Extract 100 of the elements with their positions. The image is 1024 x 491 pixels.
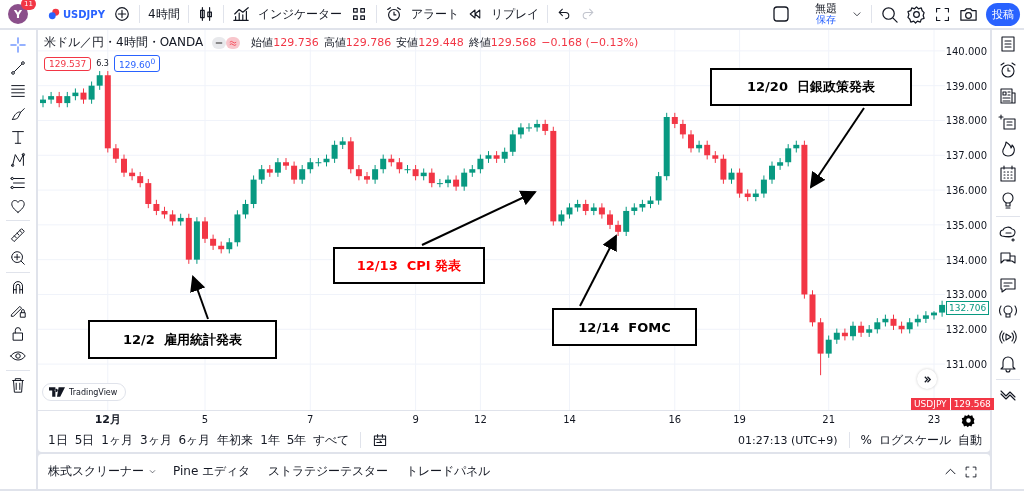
settings-icon[interactable] <box>961 413 976 428</box>
time-axis-label: 9 <box>412 414 419 425</box>
double-chevron-icon <box>922 374 932 384</box>
down-candle <box>266 164 273 178</box>
price-axis-label: 138.000 <box>945 115 987 127</box>
up-candle <box>590 202 597 216</box>
up-candle <box>850 321 856 341</box>
zoom-in-icon[interactable] <box>9 249 27 267</box>
callout-label: 12/20 日銀政策発表 <box>710 68 912 106</box>
price-axis-label: 135.000 <box>945 219 987 231</box>
alarm-clock-icon[interactable] <box>384 5 403 23</box>
date-range-icon[interactable] <box>372 432 389 448</box>
fullscreen-icon[interactable] <box>934 5 951 23</box>
panel-tab[interactable]: Pine エディタ <box>173 463 251 480</box>
pattern-icon[interactable] <box>9 151 27 169</box>
time-axis-label: 5 <box>201 414 209 425</box>
publish-button[interactable]: 投稿 <box>986 2 1020 26</box>
chart-title: 米ドル／円・4時間・OANDA <box>44 34 204 51</box>
ohlc-value: 始値129.736 <box>251 35 319 50</box>
down-candle <box>428 168 435 188</box>
up-candle <box>274 157 281 178</box>
replay-button[interactable]: リプレイ <box>490 5 539 23</box>
symbol-button[interactable]: USDJPY <box>63 8 105 20</box>
down-candle <box>185 213 192 265</box>
price-axis-label: 136.000 <box>945 185 987 197</box>
range-button[interactable]: 6ヶ月 <box>178 431 211 449</box>
down-candle <box>841 328 848 341</box>
trash-icon[interactable] <box>9 376 27 394</box>
down-candle <box>80 87 87 105</box>
ruler-icon[interactable] <box>9 226 27 244</box>
square-icon[interactable] <box>771 4 791 24</box>
up-candle <box>939 300 946 318</box>
callout-label: 12/14 FOMC <box>552 308 697 346</box>
bell-icon[interactable] <box>998 353 1018 373</box>
ohlc-value: 安値129.448 <box>396 35 464 50</box>
last-price-label: 132.706 <box>946 300 990 315</box>
scroll-right-button[interactable] <box>917 369 937 389</box>
alerts-button[interactable]: アラート <box>410 5 459 23</box>
add-symbol-icon[interactable] <box>112 5 131 23</box>
down-candle <box>858 321 865 338</box>
percent-button[interactable]: % <box>860 433 872 447</box>
settings-icon[interactable] <box>907 4 926 24</box>
time-axis-label: 12月 <box>94 413 121 426</box>
log-scale-button[interactable]: ログスケール <box>879 431 951 449</box>
price-axis-label: 133.000 <box>945 289 987 301</box>
indicators-button[interactable]: インジケーター <box>257 5 342 23</box>
horizontal-lines-icon[interactable] <box>9 82 27 100</box>
alarm-clock-icon[interactable] <box>998 60 1018 80</box>
brush-icon[interactable] <box>9 105 27 123</box>
panel-tab[interactable]: トレードパネル <box>406 463 491 480</box>
chat-icon[interactable] <box>998 275 1018 295</box>
down-candle <box>364 171 370 185</box>
up-candle <box>420 168 427 181</box>
levels-icon[interactable] <box>9 174 27 192</box>
ohlc-value: 終値129.568 <box>468 35 537 50</box>
up-candle <box>526 122 532 133</box>
callout-label: 12/13 CPI 発表 <box>333 247 485 284</box>
range-button[interactable]: 3ヶ月 <box>139 431 172 449</box>
wave-toggle[interactable] <box>226 36 241 49</box>
time-axis-label: 23 <box>927 414 941 425</box>
clock-time[interactable]: 01:27:13 (UTC+9) <box>738 433 838 447</box>
minus-toggle[interactable] <box>212 36 227 49</box>
interval-button[interactable]: 4時間 <box>147 5 180 23</box>
logo-badge[interactable]: TradingView <box>42 383 127 401</box>
layout-title[interactable]: 無題 <box>815 2 837 15</box>
add-list-icon[interactable] <box>998 112 1018 132</box>
auto-scale-button[interactable]: 自動 <box>958 431 982 449</box>
text-tool-icon[interactable] <box>9 128 27 146</box>
down-candle <box>582 199 589 216</box>
panel-tab[interactable]: 株式スクリーナー <box>48 463 144 480</box>
up-candle <box>436 178 443 188</box>
newspaper-icon[interactable] <box>998 86 1018 106</box>
range-button[interactable]: すべて <box>313 431 350 449</box>
range-button[interactable]: 年初来 <box>217 431 254 449</box>
up-candle <box>48 91 55 105</box>
price-tag: 129.568 <box>950 398 994 410</box>
price-axis-label: 140.000 <box>945 45 987 57</box>
buy-price-button[interactable]: 129.60$^{0}$ <box>113 55 161 72</box>
sell-price-button[interactable]: 129.537 <box>44 56 92 71</box>
ohlc-value: 高値129.786 <box>323 35 392 50</box>
change-value: −0.168 (−0.13%) <box>541 36 639 49</box>
range-button[interactable]: 1年 <box>260 431 280 449</box>
range-button[interactable]: 1ヶ月 <box>101 431 133 449</box>
range-button[interactable]: 5日 <box>74 431 95 449</box>
down-candle <box>291 161 298 185</box>
up-candle <box>404 164 411 174</box>
heart-icon[interactable] <box>9 197 27 215</box>
calendar-icon[interactable] <box>998 164 1018 184</box>
panel-tab[interactable]: ストラテジーテスター <box>268 463 389 480</box>
logo-icon <box>49 387 65 397</box>
price-axis-label: 134.000 <box>945 254 987 266</box>
search-icon[interactable] <box>880 4 899 24</box>
trend-line-icon[interactable] <box>9 59 27 77</box>
up-candle <box>445 174 451 188</box>
time-axis-label: 21 <box>822 414 836 425</box>
list-icon[interactable] <box>998 34 1018 54</box>
indicators-icon[interactable] <box>231 5 250 23</box>
symbol-tag: USDJPY <box>911 398 950 410</box>
range-button[interactable]: 1日 <box>48 431 68 449</box>
range-button[interactable]: 5年 <box>286 431 307 449</box>
